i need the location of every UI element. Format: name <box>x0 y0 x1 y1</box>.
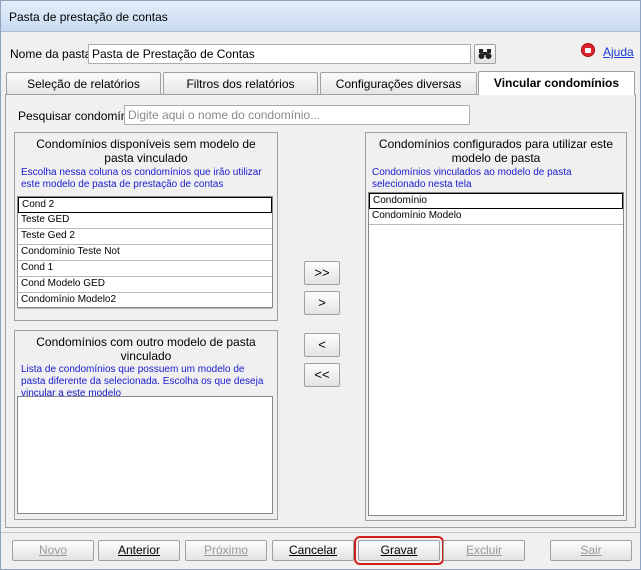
list-item[interactable]: Cond 1 <box>18 261 272 277</box>
list-item[interactable]: Condomínio Teste Not <box>18 245 272 261</box>
available-condos-list[interactable]: Cond 2 Teste GED Teste Ged 2 Condomínio … <box>17 196 273 309</box>
tab-report-filters[interactable]: Filtros dos relatórios <box>163 72 318 94</box>
exit-label: Sair <box>580 543 602 557</box>
configured-condos-group: Condomínios configurados para utilizar e… <box>365 132 627 521</box>
list-item[interactable]: Condomínio <box>369 193 623 209</box>
binoculars-icon <box>478 49 492 59</box>
remove-all-button[interactable]: << <box>304 363 340 387</box>
other-title: Condomínios com outro modelo de pasta vi… <box>36 335 256 363</box>
new-button[interactable]: Novo <box>12 540 94 561</box>
help-icon[interactable] <box>581 43 595 57</box>
list-item[interactable]: Cond Modelo GED <box>18 277 272 293</box>
help-link[interactable]: Ajuda <box>603 45 634 59</box>
configured-description: Condomínios vinculados ao modelo de past… <box>372 167 572 190</box>
folder-name-label: Nome da pasta: <box>10 47 95 61</box>
tab-report-selection[interactable]: Seleção de relatórios <box>6 72 161 94</box>
delete-button[interactable]: Excluir <box>443 540 525 561</box>
window-title: Pasta de prestação de contas <box>9 10 168 24</box>
configured-condos-list[interactable]: Condomínio Condomínio Modelo <box>368 192 624 516</box>
search-placeholder: Digite aqui o nome do condomínio... <box>128 108 321 122</box>
add-one-button[interactable]: > <box>304 291 340 315</box>
tab-label: Vincular condomínios <box>493 76 620 90</box>
new-label: Novo <box>38 543 67 557</box>
title-bar: Pasta de prestação de contas <box>1 1 640 32</box>
footer-divider <box>1 532 640 533</box>
search-condo-input[interactable]: Digite aqui o nome do condomínio... <box>124 105 470 125</box>
list-item[interactable]: Teste Ged 2 <box>18 229 272 245</box>
search-folder-button[interactable] <box>474 44 496 64</box>
available-condos-group: Condomínios disponíveis sem modelo de pa… <box>14 132 278 321</box>
next-label: Próximo <box>203 543 248 557</box>
list-item[interactable]: Condomínio Modelo <box>369 209 623 225</box>
tab-label: Filtros dos relatórios <box>186 77 295 91</box>
other-model-condos-group: Condomínios com outro modelo de pasta vi… <box>14 330 278 520</box>
tab-label: Seleção de relatórios <box>27 77 140 91</box>
tab-link-condos[interactable]: Vincular condomínios <box>478 71 635 95</box>
save-label: Gravar <box>380 543 418 557</box>
available-title: Condomínios disponíveis sem modelo de pa… <box>36 137 256 165</box>
tab-label: Configurações diversas <box>335 77 462 91</box>
previous-label: Anterior <box>117 543 161 557</box>
search-label: Pesquisar condomínio: <box>18 109 141 123</box>
list-item[interactable]: Condomínio Modelo2 <box>18 293 272 309</box>
delete-label: Excluir <box>465 543 502 557</box>
tab-misc-settings[interactable]: Configurações diversas <box>320 72 477 94</box>
exit-button[interactable]: Sair <box>550 540 632 561</box>
cancel-button[interactable]: Cancelar <box>272 540 354 561</box>
next-button[interactable]: Próximo <box>185 540 267 561</box>
folder-name-input[interactable]: Pasta de Prestação de Contas <box>88 44 471 64</box>
list-item[interactable]: Teste GED <box>18 213 272 229</box>
previous-button[interactable]: Anterior <box>98 540 180 561</box>
save-button[interactable]: Gravar <box>354 536 444 565</box>
available-description: Escolha nessa coluna os condomínios que … <box>21 167 262 190</box>
other-description: Lista de condomínios que possuem um mode… <box>21 364 264 399</box>
list-item[interactable]: Cond 2 <box>18 197 272 213</box>
main-window: Pasta de prestação de contas Nome da pas… <box>0 0 641 570</box>
configured-title: Condomínios configurados para utilizar e… <box>378 137 614 165</box>
other-model-condos-list[interactable] <box>17 396 273 514</box>
add-all-button[interactable]: >> <box>304 261 340 285</box>
remove-one-button[interactable]: < <box>304 333 340 357</box>
cancel-label: Cancelar <box>288 543 338 557</box>
